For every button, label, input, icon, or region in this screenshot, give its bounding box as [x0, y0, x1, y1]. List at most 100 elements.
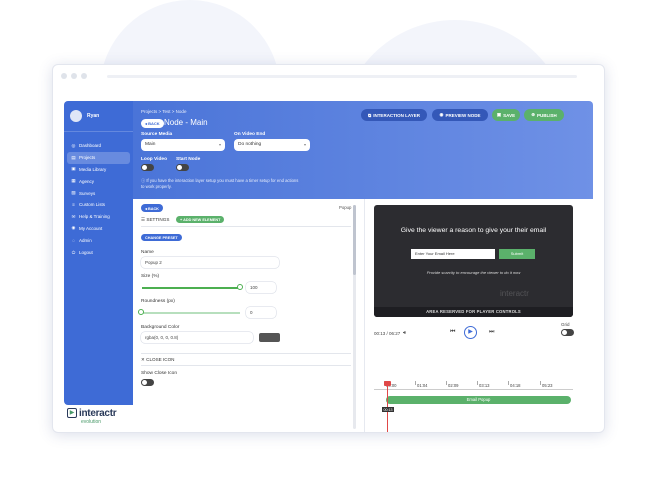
sidebar-item-custom-lists[interactable]: ≡ Custom Lists [64, 199, 133, 211]
close-icon-heading: ✕ CLOSE ICON [141, 357, 175, 362]
timeline-tick-label: 01:04 [417, 383, 428, 388]
timeline-tick [477, 381, 478, 385]
timeline-tick [415, 381, 416, 385]
panel-divider [141, 365, 351, 366]
sidebar: Ryan ◎ Dashboard ▤ Projects ▣ Media Library ▦ A… [64, 101, 133, 405]
start-node-toggle[interactable] [176, 164, 189, 171]
volume-icon[interactable]: 🔊︎ [403, 330, 406, 336]
color-swatch[interactable] [259, 333, 280, 342]
sidebar-item-label: Projects [79, 155, 96, 161]
show-close-icon-toggle[interactable] [141, 379, 154, 386]
timeline-track[interactable] [374, 389, 573, 390]
sidebar-item-help-training[interactable]: ✉ Help & Training [64, 211, 133, 223]
preview-node-label: PREVIEW NODE [445, 112, 481, 118]
sidebar-item-agency[interactable]: ▦ Agency [64, 175, 133, 187]
panel-scrollbar[interactable] [353, 205, 356, 429]
element-settings-panel: ◂ BACK Popup ☰ SETTINGS + ADD NEW ELEMEN… [133, 199, 365, 432]
play-icon: ▶ [67, 408, 77, 418]
timeline-tick-label: 02:09 [448, 383, 459, 388]
sidebar-item-label: Logout [79, 249, 93, 255]
breadcrumb[interactable]: Projects > Test > Node [141, 109, 186, 114]
timeline-tick-label: 04:18 [510, 383, 521, 388]
popup-heading: Give the viewer a reason to give your th… [400, 227, 547, 234]
show-close-icon-label: Show Close Icon [141, 371, 177, 376]
save-icon: ▣ [496, 112, 502, 117]
nav-icon: ≡ [72, 202, 75, 208]
element-type-label: Popup [339, 205, 352, 210]
page-title: Node - Main [164, 118, 208, 127]
email-field[interactable]: Enter Your Email Here [411, 249, 495, 259]
on-video-end-value: Do nothing [238, 142, 262, 147]
sidebar-item-label: Surveys [79, 190, 96, 196]
sidebar-item-my-account[interactable]: ◉ My Account [64, 223, 133, 235]
publish-label: PUBLISH [537, 112, 557, 118]
user-profile[interactable]: Ryan [64, 101, 133, 132]
video-watermark: interactr [500, 289, 529, 298]
play-button[interactable]: ▶ [464, 326, 477, 339]
sidebar-item-label: Dashboard [79, 143, 102, 149]
chevron-down-icon: ▾ [303, 142, 306, 147]
loop-video-label: Loop Video [141, 157, 168, 162]
video-preview[interactable]: Give the viewer a reason to give your th… [374, 205, 573, 317]
playhead-marker[interactable] [384, 381, 391, 386]
grid-toggle[interactable] [561, 329, 574, 336]
window-dot [61, 73, 67, 79]
settings-heading: ☰ SETTINGS [141, 217, 169, 223]
nav-icon: ✉ [71, 213, 76, 219]
sidebar-item-media-library[interactable]: ▣ Media Library [64, 164, 133, 176]
size-slider-handle[interactable] [237, 284, 243, 290]
app: Ryan ◎ Dashboard ▤ Projects ▣ Media Library ▦ A… [64, 101, 593, 432]
sidebar-item-admin[interactable]: ◌ Admin [64, 234, 133, 246]
layers-icon: ⧉ [367, 112, 372, 118]
sidebar-nav: ◎ Dashboard ▤ Projects ▣ Media Library ▦ Agency… [64, 132, 133, 258]
skip-back-icon[interactable]: ⏮ [450, 329, 455, 336]
grid-label: Grid [561, 322, 570, 327]
source-media-label: Source Media [141, 132, 173, 137]
sidebar-item-projects[interactable]: ▤ Projects [67, 151, 130, 164]
roundness-slider[interactable] [142, 312, 240, 314]
eye-icon: ◉ [439, 112, 444, 117]
sidebar-item-label: Custom Lists [79, 202, 106, 208]
panel-scrollbar-thumb[interactable] [353, 205, 356, 275]
user-name: Ryan [87, 113, 100, 119]
start-node-label: Start Node [176, 157, 201, 162]
sidebar-item-label: Admin [79, 237, 92, 243]
interaction-layer-button[interactable]: ⧉ INTERACTION LAYER [361, 109, 427, 121]
change-preset-button[interactable]: CHANGE PRESET [141, 234, 182, 241]
roundness-input[interactable]: 0 [246, 307, 276, 318]
on-video-end-select[interactable]: Do nothing ▾ [234, 139, 310, 151]
node-header: Projects > Test > Node ◂ BACK Node - Mai… [133, 101, 593, 199]
size-slider[interactable] [142, 287, 240, 289]
address-bar[interactable] [107, 74, 577, 78]
save-label: SAVE [503, 112, 516, 118]
sidebar-item-logout[interactable]: ⏻ Logout [64, 246, 133, 258]
name-input[interactable]: Popup 2 [141, 257, 279, 268]
roundness-slider-handle[interactable] [138, 309, 144, 315]
preview-node-button[interactable]: ◉ PREVIEW NODE [432, 109, 488, 121]
size-input[interactable]: 100 [246, 282, 276, 293]
timeline-tick-label: 03:13 [479, 383, 490, 388]
on-video-end-label: On Video End [234, 132, 266, 137]
source-media-value: Main [145, 142, 156, 147]
nav-icon: ⏻ [71, 249, 76, 255]
publish-icon: ⊕ [531, 112, 535, 117]
submit-button[interactable]: Submit [499, 249, 535, 259]
back-button[interactable]: ◂ BACK [141, 119, 164, 128]
add-element-button[interactable]: + ADD NEW ELEMENT [176, 216, 225, 223]
timeline-tick [540, 381, 541, 385]
skip-forward-icon[interactable]: ⏭ [489, 329, 494, 336]
sidebar-item-surveys[interactable]: ▧ Surveys [64, 187, 133, 199]
source-media-select[interactable]: Main ▾ [141, 139, 225, 151]
popup-subtext: Provide scarcity to encourage the viewer… [426, 270, 521, 275]
panel-back-button[interactable]: ◂ BACK [141, 204, 163, 212]
size-label: Size (%) [141, 274, 160, 279]
sidebar-item-dashboard[interactable]: ◎ Dashboard [64, 140, 133, 152]
playhead-time-label: 00:13 [382, 407, 394, 412]
background-color-input[interactable]: rgba(0, 0, 0, 0.8) [141, 332, 253, 343]
timeline-clip[interactable]: Email Popup [386, 396, 571, 404]
loop-video-toggle[interactable] [141, 164, 154, 171]
publish-button[interactable]: ⊕ PUBLISH [524, 109, 564, 121]
window-dot [71, 73, 77, 79]
save-button[interactable]: ▣ SAVE [492, 109, 520, 121]
nav-icon: ▧ [71, 190, 76, 196]
